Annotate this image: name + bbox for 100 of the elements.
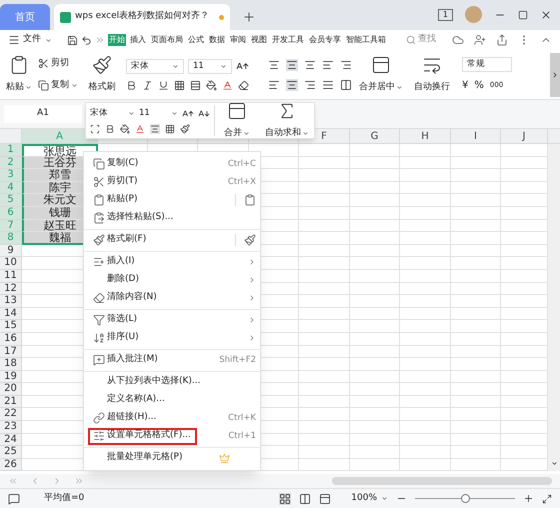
align-top-icon[interactable]	[268, 58, 280, 70]
ribbon-tab[interactable]: 智能工具箱	[345, 34, 387, 46]
menu-item[interactable]: 清除内容(N)	[84, 289, 260, 307]
bold-icon[interactable]	[105, 124, 115, 134]
vertical-scrollbar[interactable]	[548, 144, 560, 472]
decrease-font-icon[interactable]	[198, 108, 210, 120]
wrap-text-button[interactable]: 自动换行	[410, 54, 454, 94]
window-count-badge[interactable]: 1	[438, 8, 453, 20]
normal-view-icon[interactable]	[279, 492, 292, 504]
merge-center-button[interactable]: 合并居中	[356, 54, 406, 94]
distribute-icon[interactable]	[340, 78, 352, 90]
ribbon-tab[interactable]: 会员专享	[308, 34, 342, 46]
menu-item[interactable]: 批量处理单元格(P)	[84, 449, 260, 467]
slider-thumb[interactable]	[461, 494, 470, 503]
font-color-icon[interactable]	[135, 124, 145, 134]
increase-font-icon[interactable]	[182, 108, 194, 120]
percent-button[interactable]: %	[474, 78, 484, 92]
row-header[interactable]: 10	[0, 257, 22, 270]
column-header[interactable]: G	[350, 129, 400, 143]
ribbon-tab[interactable]: 插入	[129, 34, 147, 46]
row-header[interactable]: 18	[0, 358, 22, 371]
comment-icon[interactable]	[8, 492, 20, 504]
clipboard-icon[interactable]	[244, 194, 256, 206]
more-icon[interactable]	[95, 35, 105, 45]
undo-icon[interactable]	[81, 34, 92, 46]
copy-button[interactable]: 复制	[38, 78, 82, 92]
menu-item[interactable]: 删除(D)	[84, 271, 260, 289]
column-header[interactable]: J	[501, 129, 548, 143]
column-header[interactable]: H	[400, 129, 451, 143]
row-header[interactable]: 24	[0, 434, 22, 446]
menu-item[interactable]: 插入(I)	[84, 253, 260, 271]
menu-item[interactable]: 格式刷(F)	[84, 231, 260, 249]
file-menu[interactable]: 文件	[23, 33, 52, 47]
row-header[interactable]: 23	[0, 421, 22, 434]
paste-button[interactable]: 粘贴	[4, 54, 34, 94]
number-format-select[interactable]: 常规	[462, 56, 512, 72]
font-size-select[interactable]: 11	[188, 58, 232, 74]
row-header[interactable]: 21	[0, 396, 22, 408]
ribbon-tab[interactable]: 页面布局	[150, 34, 184, 46]
font-size-select[interactable]: 11	[138, 107, 178, 120]
row-header[interactable]: 17	[0, 346, 22, 358]
zoom-slider[interactable]	[415, 494, 515, 504]
row-header[interactable]: 16	[0, 332, 22, 346]
ribbon-tab[interactable]: 公式	[187, 34, 205, 46]
new-tab-icon[interactable]	[242, 10, 256, 24]
column-header[interactable]: I	[451, 129, 501, 143]
align-left-icon[interactable]	[268, 78, 280, 90]
row-header[interactable]: 13	[0, 295, 22, 308]
horizontal-scrollbar[interactable]	[332, 477, 552, 485]
borders-icon[interactable]	[174, 80, 185, 90]
row-header[interactable]: 26	[0, 458, 22, 472]
search-field[interactable]: 查找	[406, 33, 442, 47]
align-icon[interactable]	[90, 124, 100, 134]
menu-item[interactable]: 超链接(H)... Ctrl+K	[84, 409, 260, 427]
merge-button[interactable]: 合并	[219, 100, 255, 140]
maximize-icon[interactable]	[518, 10, 528, 20]
align-center-icon[interactable]	[150, 124, 160, 134]
fill-color-icon[interactable]	[120, 124, 130, 134]
menu-item[interactable]: 筛选(L)	[84, 311, 260, 329]
document-tab[interactable]: wps excel表格列数据如何对齐？	[54, 4, 230, 30]
menu-item[interactable]: 定义名称(A)...	[84, 391, 260, 409]
paintbrush-icon[interactable]	[180, 124, 190, 134]
page-break-view-icon[interactable]	[299, 492, 312, 504]
cloud-icon[interactable]	[452, 34, 464, 46]
indent-icon[interactable]	[322, 58, 334, 70]
eraser-icon[interactable]	[238, 80, 249, 90]
borders-icon[interactable]	[165, 124, 175, 134]
justify-icon[interactable]	[322, 78, 334, 90]
menu-item[interactable]: 插入批注(M) Shift+F2	[84, 351, 260, 369]
share-user-icon[interactable]	[474, 34, 486, 46]
currency-button[interactable]: ¥	[462, 78, 468, 92]
menu-item[interactable]: 从下拉列表中选择(K)...	[84, 373, 260, 391]
align-center-icon[interactable]	[286, 78, 298, 90]
align-right-icon[interactable]	[304, 78, 316, 90]
ribbon-tab[interactable]: 视图	[250, 34, 268, 46]
share-icon[interactable]	[496, 34, 508, 46]
font-select[interactable]: 宋体	[126, 58, 184, 74]
reading-view-icon[interactable]	[319, 492, 332, 504]
scroll-down-icon[interactable]	[550, 460, 558, 468]
row-header[interactable]: 25	[0, 446, 22, 459]
font-color-icon[interactable]	[222, 80, 233, 90]
menu-item[interactable]: 排序(U)	[84, 329, 260, 347]
bold-icon[interactable]	[126, 80, 137, 90]
row-header[interactable]: 22	[0, 408, 22, 422]
row-header[interactable]: 14	[0, 308, 22, 320]
row-header[interactable]: 9	[0, 244, 22, 258]
ribbon-tab[interactable]: 数据	[208, 34, 226, 46]
row-header[interactable]: 12	[0, 282, 22, 296]
italic-icon[interactable]	[142, 80, 153, 90]
underline-icon[interactable]	[158, 80, 169, 90]
outdent-icon[interactable]	[340, 58, 352, 70]
row-header[interactable]: 15	[0, 320, 22, 333]
align-middle-icon[interactable]	[286, 58, 298, 70]
close-icon[interactable]	[540, 8, 552, 20]
format-painter-button[interactable]: 格式刷	[86, 54, 118, 94]
fullscreen-icon[interactable]	[542, 494, 552, 504]
ribbon-tab[interactable]: 开发工具	[271, 34, 305, 46]
cut-button[interactable]: 剪切	[38, 57, 82, 70]
save-icon[interactable]	[67, 34, 78, 46]
zoom-select[interactable]: 100%	[351, 492, 388, 506]
